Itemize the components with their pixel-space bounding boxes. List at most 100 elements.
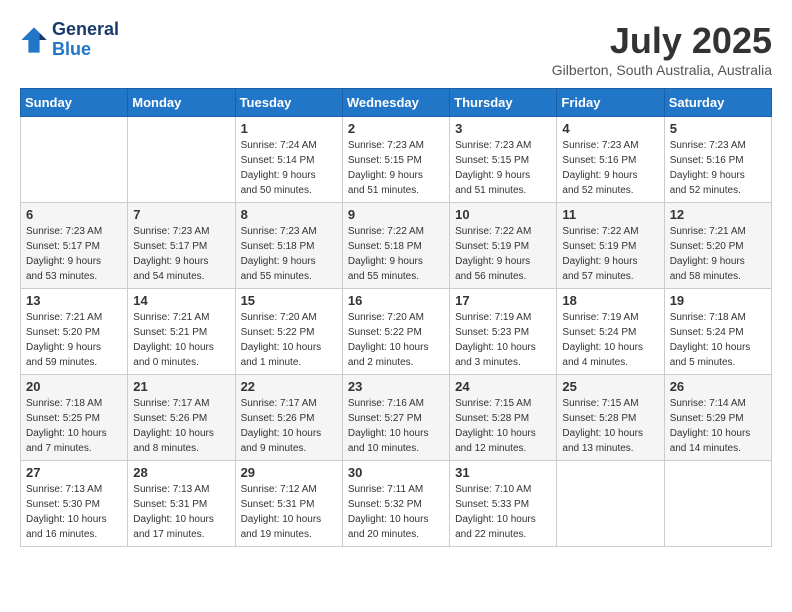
calendar-cell: 4Sunrise: 7:23 AM Sunset: 5:16 PM Daylig… bbox=[557, 117, 664, 203]
calendar-cell: 8Sunrise: 7:23 AM Sunset: 5:18 PM Daylig… bbox=[235, 203, 342, 289]
day-info: Sunrise: 7:20 AM Sunset: 5:22 PM Dayligh… bbox=[241, 310, 337, 370]
day-number: 11 bbox=[562, 207, 658, 222]
day-info: Sunrise: 7:21 AM Sunset: 5:21 PM Dayligh… bbox=[133, 310, 229, 370]
weekday-header: Thursday bbox=[450, 89, 557, 117]
day-info: Sunrise: 7:22 AM Sunset: 5:19 PM Dayligh… bbox=[455, 224, 551, 284]
day-info: Sunrise: 7:23 AM Sunset: 5:16 PM Dayligh… bbox=[562, 138, 658, 198]
page-header: General Blue July 2025 Gilberton, South … bbox=[20, 20, 772, 78]
day-info: Sunrise: 7:23 AM Sunset: 5:15 PM Dayligh… bbox=[455, 138, 551, 198]
day-info: Sunrise: 7:16 AM Sunset: 5:27 PM Dayligh… bbox=[348, 396, 444, 456]
weekday-header: Monday bbox=[128, 89, 235, 117]
day-info: Sunrise: 7:12 AM Sunset: 5:31 PM Dayligh… bbox=[241, 482, 337, 542]
day-number: 26 bbox=[670, 379, 766, 394]
calendar-cell: 27Sunrise: 7:13 AM Sunset: 5:30 PM Dayli… bbox=[21, 461, 128, 547]
month-title: July 2025 bbox=[552, 20, 772, 62]
calendar-cell: 2 Sunrise: 7:23 AM Sunset: 5:15 PM Daylig… bbox=[342, 117, 449, 203]
calendar-cell: 9Sunrise: 7:22 AM Sunset: 5:18 PM Daylig… bbox=[342, 203, 449, 289]
logo-text-general: General bbox=[52, 20, 119, 40]
logo: General Blue bbox=[20, 20, 119, 60]
calendar-cell: 10 Sunrise: 7:22 AM Sunset: 5:19 PM Dayli… bbox=[450, 203, 557, 289]
day-info: Sunrise: 7:13 AM Sunset: 5:31 PM Dayligh… bbox=[133, 482, 229, 542]
day-number: 16 bbox=[348, 293, 444, 308]
calendar-cell: 24Sunrise: 7:15 AM Sunset: 5:28 PM Dayli… bbox=[450, 375, 557, 461]
day-number: 21 bbox=[133, 379, 229, 394]
calendar-cell: 31Sunrise: 7:10 AM Sunset: 5:33 PM Dayli… bbox=[450, 461, 557, 547]
day-number: 23 bbox=[348, 379, 444, 394]
calendar-cell: 30Sunrise: 7:11 AM Sunset: 5:32 PM Dayli… bbox=[342, 461, 449, 547]
day-number: 12 bbox=[670, 207, 766, 222]
day-info: Sunrise: 7:19 AM Sunset: 5:24 PM Dayligh… bbox=[562, 310, 658, 370]
weekday-header: Friday bbox=[557, 89, 664, 117]
calendar-cell bbox=[664, 461, 771, 547]
calendar-cell: 26Sunrise: 7:14 AM Sunset: 5:29 PM Dayli… bbox=[664, 375, 771, 461]
calendar-cell: 6Sunrise: 7:23 AM Sunset: 5:17 PM Daylig… bbox=[21, 203, 128, 289]
day-number: 29 bbox=[241, 465, 337, 480]
weekday-header: Tuesday bbox=[235, 89, 342, 117]
calendar-cell: 15 Sunrise: 7:20 AM Sunset: 5:22 PM Dayli… bbox=[235, 289, 342, 375]
day-info: Sunrise: 7:23 AM Sunset: 5:16 PM Dayligh… bbox=[670, 138, 766, 198]
logo-general: General bbox=[52, 19, 119, 39]
calendar-week-row: 1Sunrise: 7:24 AM Sunset: 5:14 PM Daylig… bbox=[21, 117, 772, 203]
weekday-header: Wednesday bbox=[342, 89, 449, 117]
day-number: 3 bbox=[455, 121, 551, 136]
calendar-table: SundayMondayTuesdayWednesdayThursdayFrid… bbox=[20, 88, 772, 547]
day-number: 17 bbox=[455, 293, 551, 308]
calendar-week-row: 6 Sunrise: 7:23 AM Sunset: 5:17 PM Daylig… bbox=[21, 203, 772, 289]
day-info: Sunrise: 7:21 AM Sunset: 5:20 PM Dayligh… bbox=[26, 310, 122, 370]
calendar-cell: 7 Sunrise: 7:23 AM Sunset: 5:17 PM Daylig… bbox=[128, 203, 235, 289]
calendar-week-row: 13 Sunrise: 7:21 AM Sunset: 5:20 PM Dayli… bbox=[21, 289, 772, 375]
weekday-header-row: SundayMondayTuesdayWednesdayThursdayFrid… bbox=[21, 89, 772, 117]
calendar-cell: 23 Sunrise: 7:16 AM Sunset: 5:27 PM Dayli… bbox=[342, 375, 449, 461]
calendar-cell: 14Sunrise: 7:21 AM Sunset: 5:21 PM Dayli… bbox=[128, 289, 235, 375]
logo-icon bbox=[20, 26, 48, 54]
day-number: 2 bbox=[348, 121, 444, 136]
calendar-cell: 12 Sunrise: 7:21 AM Sunset: 5:20 PM Dayli… bbox=[664, 203, 771, 289]
calendar-cell bbox=[128, 117, 235, 203]
day-number: 19 bbox=[670, 293, 766, 308]
day-number: 9 bbox=[348, 207, 444, 222]
day-info: Sunrise: 7:22 AM Sunset: 5:19 PM Dayligh… bbox=[562, 224, 658, 284]
day-info: Sunrise: 7:15 AM Sunset: 5:28 PM Dayligh… bbox=[562, 396, 658, 456]
calendar-cell: 29 Sunrise: 7:12 AM Sunset: 5:31 PM Dayli… bbox=[235, 461, 342, 547]
day-info: Sunrise: 7:21 AM Sunset: 5:20 PM Dayligh… bbox=[670, 224, 766, 284]
day-info: Sunrise: 7:17 AM Sunset: 5:26 PM Dayligh… bbox=[241, 396, 337, 456]
day-number: 15 bbox=[241, 293, 337, 308]
calendar-cell bbox=[21, 117, 128, 203]
day-number: 27 bbox=[26, 465, 122, 480]
day-number: 13 bbox=[26, 293, 122, 308]
day-info: Sunrise: 7:19 AM Sunset: 5:23 PM Dayligh… bbox=[455, 310, 551, 370]
calendar-week-row: 20Sunrise: 7:18 AM Sunset: 5:25 PM Dayli… bbox=[21, 375, 772, 461]
calendar-cell: 22 Sunrise: 7:17 AM Sunset: 5:26 PM Dayli… bbox=[235, 375, 342, 461]
calendar-cell: 1Sunrise: 7:24 AM Sunset: 5:14 PM Daylig… bbox=[235, 117, 342, 203]
title-block: July 2025 Gilberton, South Australia, Au… bbox=[552, 20, 772, 78]
day-number: 20 bbox=[26, 379, 122, 394]
day-number: 24 bbox=[455, 379, 551, 394]
calendar-week-row: 27Sunrise: 7:13 AM Sunset: 5:30 PM Dayli… bbox=[21, 461, 772, 547]
calendar-cell: 18Sunrise: 7:19 AM Sunset: 5:24 PM Dayli… bbox=[557, 289, 664, 375]
day-info: Sunrise: 7:18 AM Sunset: 5:24 PM Dayligh… bbox=[670, 310, 766, 370]
location: Gilberton, South Australia, Australia bbox=[552, 62, 772, 78]
day-number: 28 bbox=[133, 465, 229, 480]
day-number: 7 bbox=[133, 207, 229, 222]
day-info: Sunrise: 7:24 AM Sunset: 5:14 PM Dayligh… bbox=[241, 138, 337, 198]
day-number: 8 bbox=[241, 207, 337, 222]
calendar-cell: 25 Sunrise: 7:15 AM Sunset: 5:28 PM Dayli… bbox=[557, 375, 664, 461]
calendar-cell bbox=[557, 461, 664, 547]
weekday-header: Saturday bbox=[664, 89, 771, 117]
calendar-cell: 11 Sunrise: 7:22 AM Sunset: 5:19 PM Dayli… bbox=[557, 203, 664, 289]
calendar-cell: 3 Sunrise: 7:23 AM Sunset: 5:15 PM Daylig… bbox=[450, 117, 557, 203]
day-number: 22 bbox=[241, 379, 337, 394]
day-info: Sunrise: 7:23 AM Sunset: 5:17 PM Dayligh… bbox=[133, 224, 229, 284]
day-number: 10 bbox=[455, 207, 551, 222]
day-number: 5 bbox=[670, 121, 766, 136]
day-info: Sunrise: 7:17 AM Sunset: 5:26 PM Dayligh… bbox=[133, 396, 229, 456]
day-number: 25 bbox=[562, 379, 658, 394]
day-number: 31 bbox=[455, 465, 551, 480]
calendar-cell: 13 Sunrise: 7:21 AM Sunset: 5:20 PM Dayli… bbox=[21, 289, 128, 375]
calendar-cell: 16Sunrise: 7:20 AM Sunset: 5:22 PM Dayli… bbox=[342, 289, 449, 375]
day-info: Sunrise: 7:11 AM Sunset: 5:32 PM Dayligh… bbox=[348, 482, 444, 542]
day-number: 6 bbox=[26, 207, 122, 222]
day-info: Sunrise: 7:23 AM Sunset: 5:15 PM Dayligh… bbox=[348, 138, 444, 198]
calendar-body: 1Sunrise: 7:24 AM Sunset: 5:14 PM Daylig… bbox=[21, 117, 772, 547]
calendar-cell: 17 Sunrise: 7:19 AM Sunset: 5:23 PM Dayli… bbox=[450, 289, 557, 375]
